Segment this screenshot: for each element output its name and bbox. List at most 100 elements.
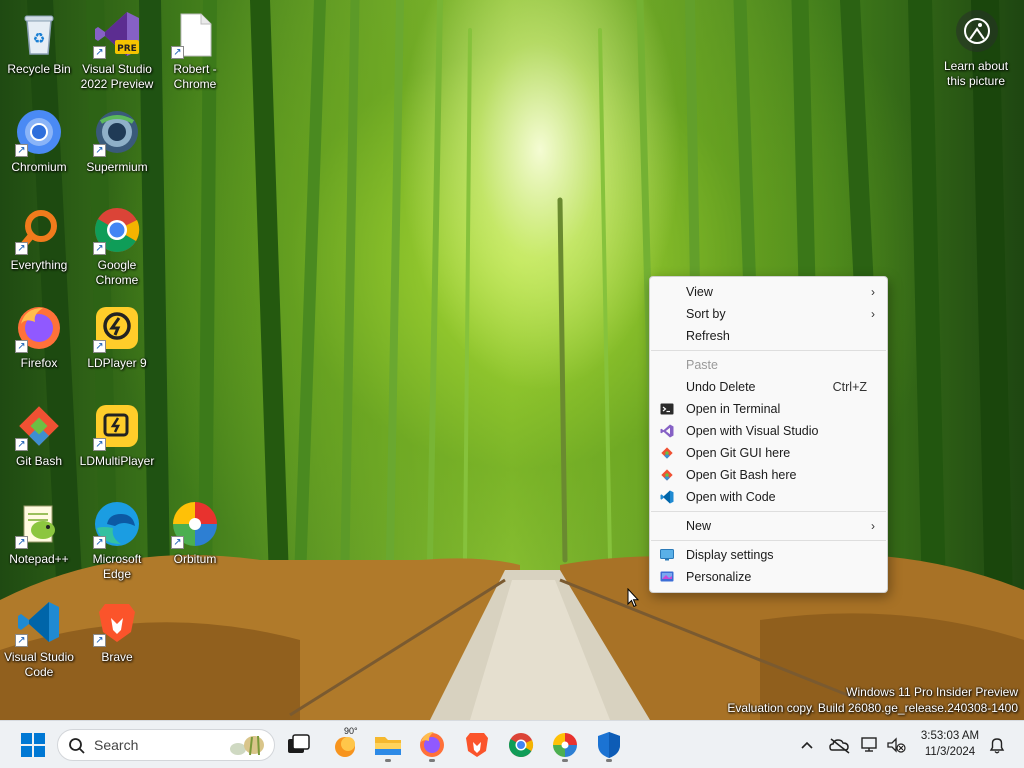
menu-item-personalize[interactable]: Personalize [650,566,887,588]
desktop-icon-label: Firefox [20,356,58,370]
shortcut-arrow-icon: ↗ [93,536,106,549]
taskbar: Search 90° 3:53:03 AM 11/3/2024 [0,720,1024,768]
menu-item-label: Open in Terminal [686,402,781,416]
menu-item-new[interactable]: New › [650,515,887,537]
shortcut-arrow-icon: ↗ [15,144,28,157]
desktop-icon-label: LDPlayer 9 [87,356,147,370]
menu-item-shortcut: Ctrl+Z [832,380,867,394]
clock-time: 3:53:03 AM [920,730,980,742]
search-highlight-icon [230,735,264,756]
menu-item-open-git-gui[interactable]: Open Git GUI here [650,442,887,464]
running-indicator [385,759,391,762]
menu-separator [651,350,886,351]
menu-item-label: Open with Visual Studio [686,424,819,438]
visual-studio-icon [660,424,674,438]
taskbar-orbitum[interactable] [548,729,582,762]
volume-tray-button[interactable] [884,729,908,761]
desktop-icon-label: LDMultiPlayer [79,454,155,468]
taskbar-file-explorer[interactable] [371,729,405,762]
shortcut-arrow-icon: ↗ [93,46,106,59]
desktop-icon-label: Everything [10,258,68,272]
onedrive-tray-button[interactable] [825,729,855,761]
menu-item-display-settings[interactable]: Display settings [650,544,887,566]
desktop-icon-notepad-plus-plus[interactable]: ↗ Notepad++ [0,494,78,586]
notifications-button[interactable] [986,729,1008,761]
menu-item-open-with-code[interactable]: Open with Code [650,486,887,508]
orbitum-icon [553,733,577,757]
menu-item-label: New [686,519,712,533]
taskbar-search-box[interactable]: Search [57,729,275,761]
menu-item-open-with-visual-studio[interactable]: Open with Visual Studio [650,420,887,442]
task-view-button[interactable] [281,729,315,761]
desktop-icon-ldplayer[interactable]: ↗ LDPlayer 9 [78,298,156,390]
menu-item-refresh[interactable]: Refresh [650,325,887,347]
chevron-up-icon [801,741,813,749]
running-indicator [562,759,568,762]
desktop-icon-orbitum[interactable]: ↗ Orbitum [156,494,234,586]
display-settings-icon [660,549,674,561]
desktop-icon-label: Git Bash [15,454,63,468]
menu-item-label: Open Git GUI here [686,446,791,460]
desktop-icon-recycle-bin[interactable]: ♻ Recycle Bin [0,4,78,96]
network-tray-button[interactable] [857,729,883,761]
menu-item-sort-by[interactable]: Sort by › [650,303,887,325]
start-button[interactable] [16,729,50,761]
firefox-icon [420,732,444,757]
learn-about-picture-label: Learn about this picture [943,59,1009,88]
desktop-icon-chromium[interactable]: ↗ Chromium [0,102,78,194]
watermark-build: Evaluation copy. Build 26080.ge_release.… [727,701,1018,715]
running-indicator [606,759,612,762]
vscode-icon [660,490,674,504]
desktop-icon-supermium[interactable]: ↗ Supermium [78,102,156,194]
brave-icon [466,733,488,757]
recycle-bin-icon: ♻ [24,15,54,55]
desktop-icon-robert-chrome[interactable]: ↗ Robert - Chrome [156,4,234,96]
taskbar-brave[interactable] [460,729,494,761]
task-view-icon [288,734,310,753]
shortcut-arrow-icon: ↗ [15,634,28,647]
shortcut-arrow-icon: ↗ [93,242,106,255]
menu-item-undo-delete[interactable]: Undo Delete Ctrl+Z [650,376,887,398]
taskbar-clock[interactable]: 3:53:03 AM 11/3/2024 [910,728,990,760]
svg-text:♻: ♻ [33,31,46,47]
desktop-icon-visual-studio-preview[interactable]: PRE ↗ Visual Studio 2022 Preview [78,4,156,96]
build-watermark: Windows 11 Pro Insider Preview Evaluatio… [727,684,1018,716]
desktop-icon-label: Google Chrome [95,258,139,287]
desktop-icon-brave[interactable]: ↗ Brave [78,592,156,684]
desktop-icon-label: Brave [101,650,133,664]
desktop-icon-label: Supermium [86,160,148,174]
desktop-icon-label: Visual Studio 2022 Preview [80,62,154,91]
desktop-icon-label: Visual Studio Code [4,650,74,679]
menu-item-view[interactable]: View › [650,281,887,303]
desktop-icon-firefox[interactable]: ↗ Firefox [0,298,78,390]
show-hidden-icons-button[interactable] [793,729,821,761]
shortcut-arrow-icon: ↗ [15,340,28,353]
desktop-icon-label: Chromium [11,160,67,174]
search-placeholder: Search [94,737,139,753]
desktop-icon-everything[interactable]: ↗ Everything [0,200,78,292]
preview-badge: PRE [117,44,137,54]
file-explorer-icon [375,737,401,755]
desktop-icon-label: Microsoft Edge [92,552,142,581]
taskbar-firefox[interactable] [415,729,449,762]
shortcut-arrow-icon: ↗ [15,438,28,451]
desktop-icon-ldmultiplayer[interactable]: ↗ LDMultiPlayer [78,396,156,488]
git-gui-icon [661,447,673,459]
watermark-edition: Windows 11 Pro Insider Preview [846,685,1018,699]
taskbar-google-chrome[interactable] [504,729,538,761]
submenu-chevron-icon: › [871,307,875,321]
menu-item-open-git-bash[interactable]: Open Git Bash here [650,464,887,486]
taskbar-windows-security[interactable] [592,729,626,762]
menu-item-label: Open Git Bash here [686,468,797,482]
desktop-icon-vscode[interactable]: ↗ Visual Studio Code [0,592,78,684]
shortcut-arrow-icon: ↗ [171,46,184,59]
learn-about-picture-button[interactable]: Learn about this picture [936,10,1016,92]
menu-item-label: View [686,285,713,299]
desktop-icon-microsoft-edge[interactable]: ↗ Microsoft Edge [78,494,156,586]
menu-item-label: Display settings [686,548,774,562]
desktop-icon-git-bash[interactable]: ↗ Git Bash [0,396,78,488]
menu-item-label: Undo Delete [686,380,756,394]
desktop-icon-google-chrome[interactable]: ↗ Google Chrome [78,200,156,292]
menu-item-open-in-terminal[interactable]: Open in Terminal [650,398,887,420]
git-bash-icon [661,469,673,481]
